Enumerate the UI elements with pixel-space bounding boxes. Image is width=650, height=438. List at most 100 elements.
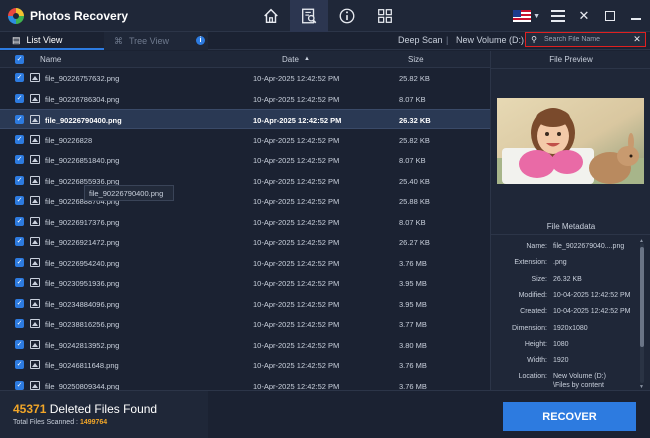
tree-view-info-icon[interactable]: i bbox=[196, 36, 205, 45]
file-size: 3.95 MB bbox=[399, 279, 427, 288]
table-row[interactable]: ✓ file_90234884096.png 10-Apr-2025 12:42:5… bbox=[0, 294, 490, 314]
table-row[interactable]: ✓ file_90226851840.png 10-Apr-2025 12:42:5… bbox=[0, 150, 490, 170]
minimize-button[interactable] bbox=[628, 8, 644, 24]
scan-separator: | bbox=[446, 35, 449, 45]
table-row[interactable]: ✓ file_90250809344.png 10-Apr-2025 12:42:5… bbox=[0, 376, 490, 391]
image-file-icon bbox=[30, 196, 40, 205]
file-size: 25.82 KB bbox=[399, 74, 430, 83]
found-summary: 45371 Deleted Files Found Total Files Sc… bbox=[0, 391, 208, 438]
column-name[interactable]: Name bbox=[40, 55, 61, 64]
row-checkbox[interactable]: ✓ bbox=[15, 298, 24, 308]
file-size: 8.07 KB bbox=[399, 217, 426, 227]
metadata-value: file_9022679040....png bbox=[553, 243, 625, 250]
table-row[interactable]: ✓ file_90246811648.png 10-Apr-2025 12:42:5… bbox=[0, 355, 490, 375]
file-name: file_90242813952.png bbox=[45, 340, 120, 350]
close-window-button[interactable]: ✕ bbox=[576, 8, 592, 24]
metadata-value: .png bbox=[553, 259, 567, 267]
table-row[interactable]: ✓ file_90226888704.png 10-Apr-2025 12:42:5… bbox=[0, 191, 490, 211]
row-checkbox[interactable]: ✓ bbox=[15, 339, 24, 349]
row-checkbox[interactable]: ✓ bbox=[15, 196, 24, 205]
file-size: 3.76 MB bbox=[399, 258, 427, 268]
image-file-icon bbox=[30, 115, 40, 124]
home-icon bbox=[264, 8, 278, 24]
metadata-key: Width: bbox=[527, 357, 547, 365]
file-date: 10-Apr-2025 12:42:52 PM bbox=[253, 258, 340, 268]
search-input[interactable] bbox=[544, 36, 632, 43]
table-row[interactable]: ✓ file_90226786304.png 10-Apr-2025 12:42:5… bbox=[0, 89, 490, 109]
metadata-key: Dimension: bbox=[511, 324, 547, 332]
table-row[interactable]: ✓ file_90226921472.png 10-Apr-2025 12:42:5… bbox=[0, 232, 490, 252]
row-checkbox[interactable]: ✓ bbox=[15, 134, 24, 144]
us-flag-icon[interactable] bbox=[513, 10, 532, 22]
column-date[interactable]: Date bbox=[282, 55, 299, 64]
file-date: 10-Apr-2025 12:42:52 PM bbox=[253, 381, 340, 391]
metadata-value: 1920x1080 bbox=[553, 324, 588, 332]
file-preview-image bbox=[497, 98, 644, 184]
row-checkbox[interactable]: ✓ bbox=[15, 155, 24, 164]
file-date: 10-Apr-2025 12:42:52 PM bbox=[253, 176, 340, 186]
scan-type: Deep Scan bbox=[398, 35, 443, 45]
table-row[interactable]: ✓ file_90242813952.png 10-Apr-2025 12:42:5… bbox=[0, 335, 490, 355]
grid-button[interactable] bbox=[366, 0, 404, 32]
deleted-count: 45371 bbox=[13, 402, 47, 416]
recover-button[interactable]: RECOVER bbox=[503, 402, 636, 431]
image-file-icon bbox=[30, 93, 40, 103]
chevron-down-icon[interactable]: ▼ bbox=[533, 13, 540, 20]
menu-button[interactable] bbox=[550, 8, 566, 24]
row-checkbox[interactable]: ✓ bbox=[15, 175, 24, 185]
file-date: 10-Apr-2025 12:42:52 PM bbox=[253, 74, 340, 83]
table-row[interactable]: ✓ file_90226828 10-Apr-2025 12:42:52 PM 25.… bbox=[0, 130, 490, 150]
metadata-scrollbar[interactable] bbox=[640, 243, 644, 383]
row-checkbox[interactable]: ✓ bbox=[15, 216, 24, 226]
metadata-key: Modified: bbox=[518, 291, 547, 299]
tab-tree-view-label: Tree View bbox=[129, 36, 170, 46]
home-button[interactable] bbox=[252, 0, 290, 32]
image-file-icon bbox=[30, 380, 40, 390]
row-checkbox[interactable]: ✓ bbox=[15, 73, 24, 82]
file-size: 26.32 KB bbox=[399, 116, 431, 125]
file-date: 10-Apr-2025 12:42:52 PM bbox=[253, 94, 340, 104]
table-row[interactable]: ✓ file_90226855936.png 10-Apr-2025 12:42:5… bbox=[0, 171, 490, 191]
file-size: 8.07 KB bbox=[399, 94, 426, 104]
metadata-value: New Volume (D:) bbox=[553, 373, 606, 381]
file-size: 25.82 KB bbox=[399, 135, 430, 145]
metadata-value: 1920 bbox=[553, 357, 569, 365]
list-header: ✓ Name Date ▲ Size bbox=[0, 51, 490, 68]
table-row[interactable]: ✓ file_90230951936.png 10-Apr-2025 12:42:5… bbox=[0, 273, 490, 293]
tab-list-view[interactable]: ▤ List View bbox=[0, 32, 104, 50]
select-all-checkbox[interactable]: ✓ bbox=[15, 55, 24, 64]
table-row[interactable]: ✓ file_90238816256.png 10-Apr-2025 12:42:5… bbox=[0, 314, 490, 334]
row-checkbox[interactable]: ✓ bbox=[15, 380, 24, 390]
file-name: file_90226917376.png bbox=[45, 217, 120, 227]
image-file-icon bbox=[30, 257, 40, 267]
image-file-icon bbox=[30, 175, 40, 185]
scroll-up-icon[interactable]: ▲ bbox=[639, 238, 644, 244]
scan-results-button[interactable] bbox=[290, 0, 328, 32]
info-button[interactable] bbox=[328, 0, 366, 32]
row-checkbox[interactable]: ✓ bbox=[15, 360, 24, 369]
clear-search-icon[interactable]: ✕ bbox=[632, 34, 642, 45]
top-nav bbox=[252, 0, 404, 32]
row-checkbox[interactable]: ✓ bbox=[15, 237, 24, 246]
file-name: file_90226790400.png bbox=[45, 116, 122, 125]
row-checkbox[interactable]: ✓ bbox=[15, 115, 24, 124]
search-box: ⚲ ✕ bbox=[525, 32, 646, 47]
metadata-key: Name: bbox=[526, 243, 547, 250]
row-checkbox[interactable]: ✓ bbox=[15, 93, 24, 103]
sort-ascending-icon: ▲ bbox=[304, 56, 310, 62]
tab-tree-view[interactable]: ⌘ Tree View bbox=[104, 32, 208, 50]
scanned-value: 1499764 bbox=[79, 419, 108, 426]
table-row[interactable]: ✓ file_90226790400.png 10-Apr-2025 12:42:5… bbox=[0, 109, 490, 129]
column-size[interactable]: Size bbox=[408, 55, 424, 64]
row-checkbox[interactable]: ✓ bbox=[15, 319, 24, 328]
table-row[interactable]: ✓ file_90226917376.png 10-Apr-2025 12:42:5… bbox=[0, 212, 490, 232]
file-size: 26.27 KB bbox=[399, 238, 430, 247]
file-name: file_90238816256.png bbox=[45, 320, 120, 329]
row-checkbox[interactable]: ✓ bbox=[15, 278, 24, 287]
row-checkbox[interactable]: ✓ bbox=[15, 257, 24, 267]
scrollbar-thumb[interactable] bbox=[640, 247, 644, 347]
divider bbox=[491, 234, 650, 235]
table-row[interactable]: ✓ file_90226954240.png 10-Apr-2025 12:42:5… bbox=[0, 253, 490, 273]
maximize-button[interactable] bbox=[602, 8, 618, 24]
table-row[interactable]: ✓ file_90226757632.png 10-Apr-2025 12:42:5… bbox=[0, 68, 490, 88]
